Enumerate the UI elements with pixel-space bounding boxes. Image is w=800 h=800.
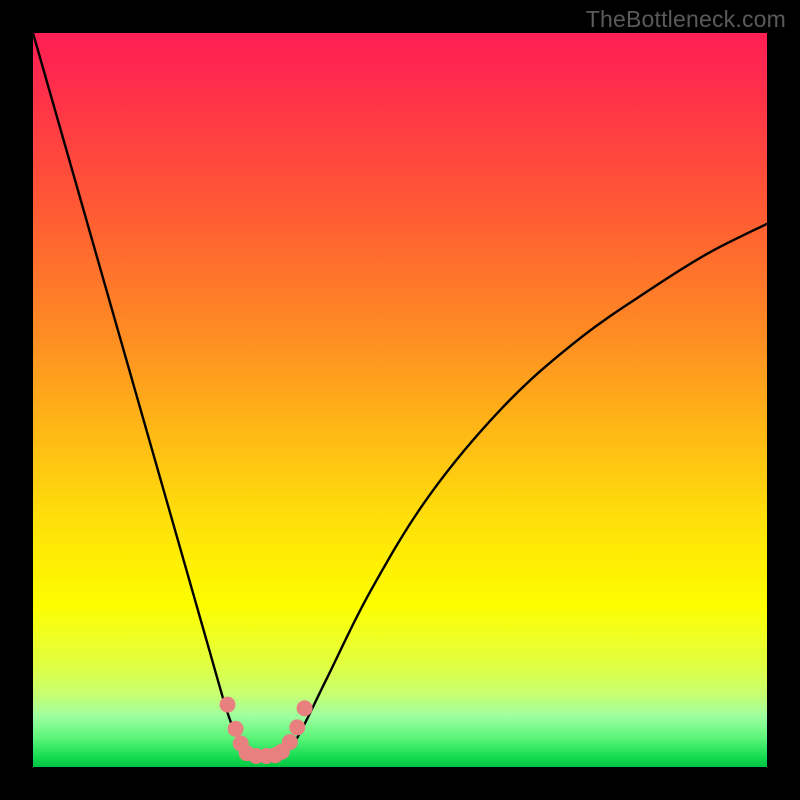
- chart-frame: TheBottleneck.com: [0, 0, 800, 800]
- curve-marker: [220, 697, 236, 713]
- curve-marker: [282, 734, 298, 750]
- bottleneck-curve: [33, 33, 767, 767]
- curve-marker: [289, 719, 305, 735]
- curve-marker: [228, 721, 244, 737]
- watermark-text: TheBottleneck.com: [586, 6, 786, 33]
- curve-marker: [297, 700, 313, 716]
- plot-area: [33, 33, 767, 767]
